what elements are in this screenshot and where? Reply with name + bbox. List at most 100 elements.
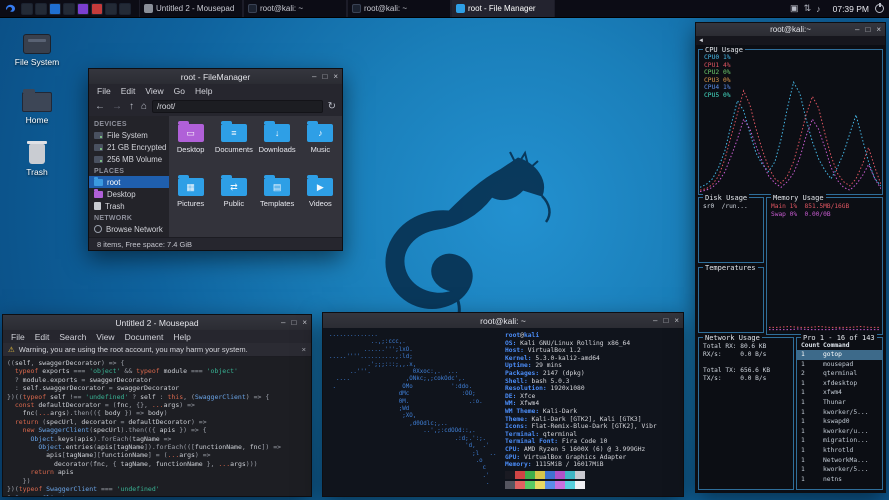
launcher-icon-7[interactable]	[105, 3, 117, 15]
menu-item-search[interactable]: Search	[54, 332, 91, 342]
folder-videos[interactable]: ▶Videos	[299, 174, 342, 228]
scroll-arrow-icon[interactable]: ◄	[698, 38, 704, 44]
minimize-icon[interactable]: –	[281, 319, 285, 327]
folder-documents[interactable]: ≡Documents	[212, 120, 255, 174]
home-button[interactable]: ⌂	[139, 101, 149, 112]
sidebar-item-trash[interactable]: Trash	[89, 200, 169, 212]
back-button[interactable]: ←	[93, 101, 107, 112]
maximize-icon[interactable]: □	[322, 73, 327, 81]
network-tray-icon[interactable]: ⇅	[804, 3, 812, 14]
warning-close-icon[interactable]: ×	[302, 345, 306, 354]
menu-item-help[interactable]: Help	[168, 332, 195, 342]
folder-desktop[interactable]: ▭Desktop	[169, 120, 212, 174]
kali-ascii-art: .............. ..,;:ccc,. ......''';lxO.…	[323, 328, 501, 496]
folder-downloads[interactable]: ↓Downloads	[256, 120, 299, 174]
menu-item-file[interactable]: File	[6, 332, 30, 342]
maximize-icon[interactable]: □	[291, 319, 296, 327]
taskbar-window-button[interactable]: root - File Manager	[451, 0, 555, 17]
menu-item-document[interactable]: Document	[120, 332, 169, 342]
taskbar-window-button[interactable]: root@kali: ~	[243, 0, 347, 17]
maximize-icon[interactable]: □	[663, 317, 668, 325]
forward-button[interactable]: →	[110, 101, 124, 112]
desktop-icon-file-system[interactable]: File System	[8, 28, 66, 67]
folder-icon: ▤	[264, 178, 290, 196]
clipboard-tray-icon[interactable]: ▣	[790, 3, 799, 14]
path-input[interactable]: /root/	[152, 100, 323, 113]
desktop-icon-trash[interactable]: Trash	[8, 138, 66, 177]
up-button[interactable]: ↑	[127, 101, 136, 112]
launcher-icon-2[interactable]	[35, 3, 47, 15]
minimize-icon[interactable]: –	[312, 73, 316, 81]
minimize-icon[interactable]: –	[855, 26, 859, 34]
maximize-icon[interactable]: □	[865, 26, 870, 34]
taskbar-window-label: root@kali: ~	[260, 4, 303, 13]
folder-music[interactable]: ♪Music	[299, 120, 342, 174]
launcher-icon-4[interactable]	[63, 3, 75, 15]
close-icon[interactable]: ×	[876, 26, 881, 34]
menu-item-help[interactable]: Help	[190, 86, 217, 96]
kali-menu-button[interactable]	[3, 1, 18, 16]
process-row[interactable]: 1migration...	[797, 436, 882, 446]
taskbar-window-button[interactable]: Untitled 2 - Mousepad	[139, 0, 243, 17]
menu-item-file[interactable]: File	[92, 86, 116, 96]
close-icon[interactable]: ×	[333, 73, 338, 81]
launcher-icon-3[interactable]	[49, 3, 61, 15]
desktop-icon-home[interactable]: Home	[8, 86, 66, 125]
process-row[interactable]: 1NetworkMa...	[797, 456, 882, 466]
process-row[interactable]: 1kthrotld	[797, 446, 882, 456]
close-icon[interactable]: ×	[302, 319, 307, 327]
trash-icon	[8, 138, 66, 164]
terminal-output[interactable]: .............. ..,;:ccc,. ......''';lxO.…	[323, 328, 683, 496]
launcher-icon-8[interactable]	[119, 3, 131, 15]
reload-button[interactable]: ↻	[326, 101, 338, 112]
process-row[interactable]: 1Thunar	[797, 398, 882, 408]
process-row[interactable]: 2qterminal	[797, 369, 882, 379]
menu-item-go[interactable]: Go	[169, 86, 190, 96]
process-row[interactable]: 1netns	[797, 475, 882, 485]
sidebar-item-desktop[interactable]: Desktop	[89, 188, 169, 200]
power-icon[interactable]	[875, 4, 884, 13]
process-row[interactable]: 1gotop	[797, 350, 882, 360]
gotop-titlebar[interactable]: root@kali:~ – □ ×	[696, 23, 885, 36]
menu-item-edit[interactable]: Edit	[30, 332, 55, 342]
taskbar-window-button[interactable]: root@kali: ~	[347, 0, 451, 17]
panel-clock[interactable]: 07:39 PM	[833, 4, 869, 14]
launcher-icon-6[interactable]	[91, 3, 103, 15]
folder-label: Documents	[212, 145, 255, 154]
launcher-icon-1[interactable]	[21, 3, 33, 15]
process-row[interactable]: 1kworker/5...	[797, 465, 882, 475]
trash-icon	[94, 202, 101, 210]
folder-templates[interactable]: ▤Templates	[256, 174, 299, 228]
sidebar-item-21-gb-encrypted[interactable]: 21 GB Encrypted	[89, 141, 169, 153]
sidebar-item-file-system[interactable]: File System	[89, 129, 169, 141]
folder-pictures[interactable]: ▦Pictures	[169, 174, 212, 228]
folder-public[interactable]: ⇄Public	[212, 174, 255, 228]
process-row[interactable]: 1xfwm4	[797, 388, 882, 398]
neofetch-info-line: Memory: 1115MiB / 16017MiB	[505, 461, 657, 469]
launcher-icon-5[interactable]	[77, 3, 89, 15]
menu-item-view[interactable]: View	[140, 86, 168, 96]
mousepad-titlebar[interactable]: Untitled 2 - Mousepad – □ ×	[3, 315, 311, 330]
drive-icon	[94, 156, 103, 163]
sidebar-item-root[interactable]: root	[89, 176, 169, 188]
neofetch-info-line: Packages: 2147 (dpkg)	[505, 370, 657, 378]
minimize-icon[interactable]: –	[653, 317, 657, 325]
sidebar-item-256-mb-volume[interactable]: 256 MB Volume	[89, 153, 169, 165]
process-row[interactable]: 1kworker/5...	[797, 408, 882, 418]
process-row[interactable]: 1mousepad	[797, 360, 882, 370]
cpu-legend: CPU0 1%CPU1 4%CPU2 0%CPU3 0%CPU4 1%CPU5 …	[704, 54, 731, 100]
process-row[interactable]: 1kworker/u...	[797, 427, 882, 437]
sidebar-item-browse-network[interactable]: Browse Network	[89, 223, 169, 235]
close-icon[interactable]: ×	[674, 317, 679, 325]
process-row[interactable]: 1xfdesktop	[797, 379, 882, 389]
menu-item-view[interactable]: View	[91, 332, 119, 342]
desktop-screen: Untitled 2 - Mousepad root@kali: ~ root@ka…	[0, 0, 889, 500]
folder-emblem-icon: ▶	[307, 178, 333, 196]
process-row[interactable]: 1kswapd0	[797, 417, 882, 427]
volume-tray-icon[interactable]: ♪	[816, 4, 821, 14]
text-editor-area[interactable]: ((self, swaggerDecorator) => { typeof ex…	[3, 357, 311, 496]
file-manager-titlebar[interactable]: root - FileManager – □ ×	[89, 69, 342, 84]
menu-item-edit[interactable]: Edit	[116, 86, 141, 96]
memory-usage-box-title: Memory Usage	[771, 194, 826, 202]
terminal-titlebar[interactable]: root@kali: ~ – □ ×	[323, 313, 683, 328]
